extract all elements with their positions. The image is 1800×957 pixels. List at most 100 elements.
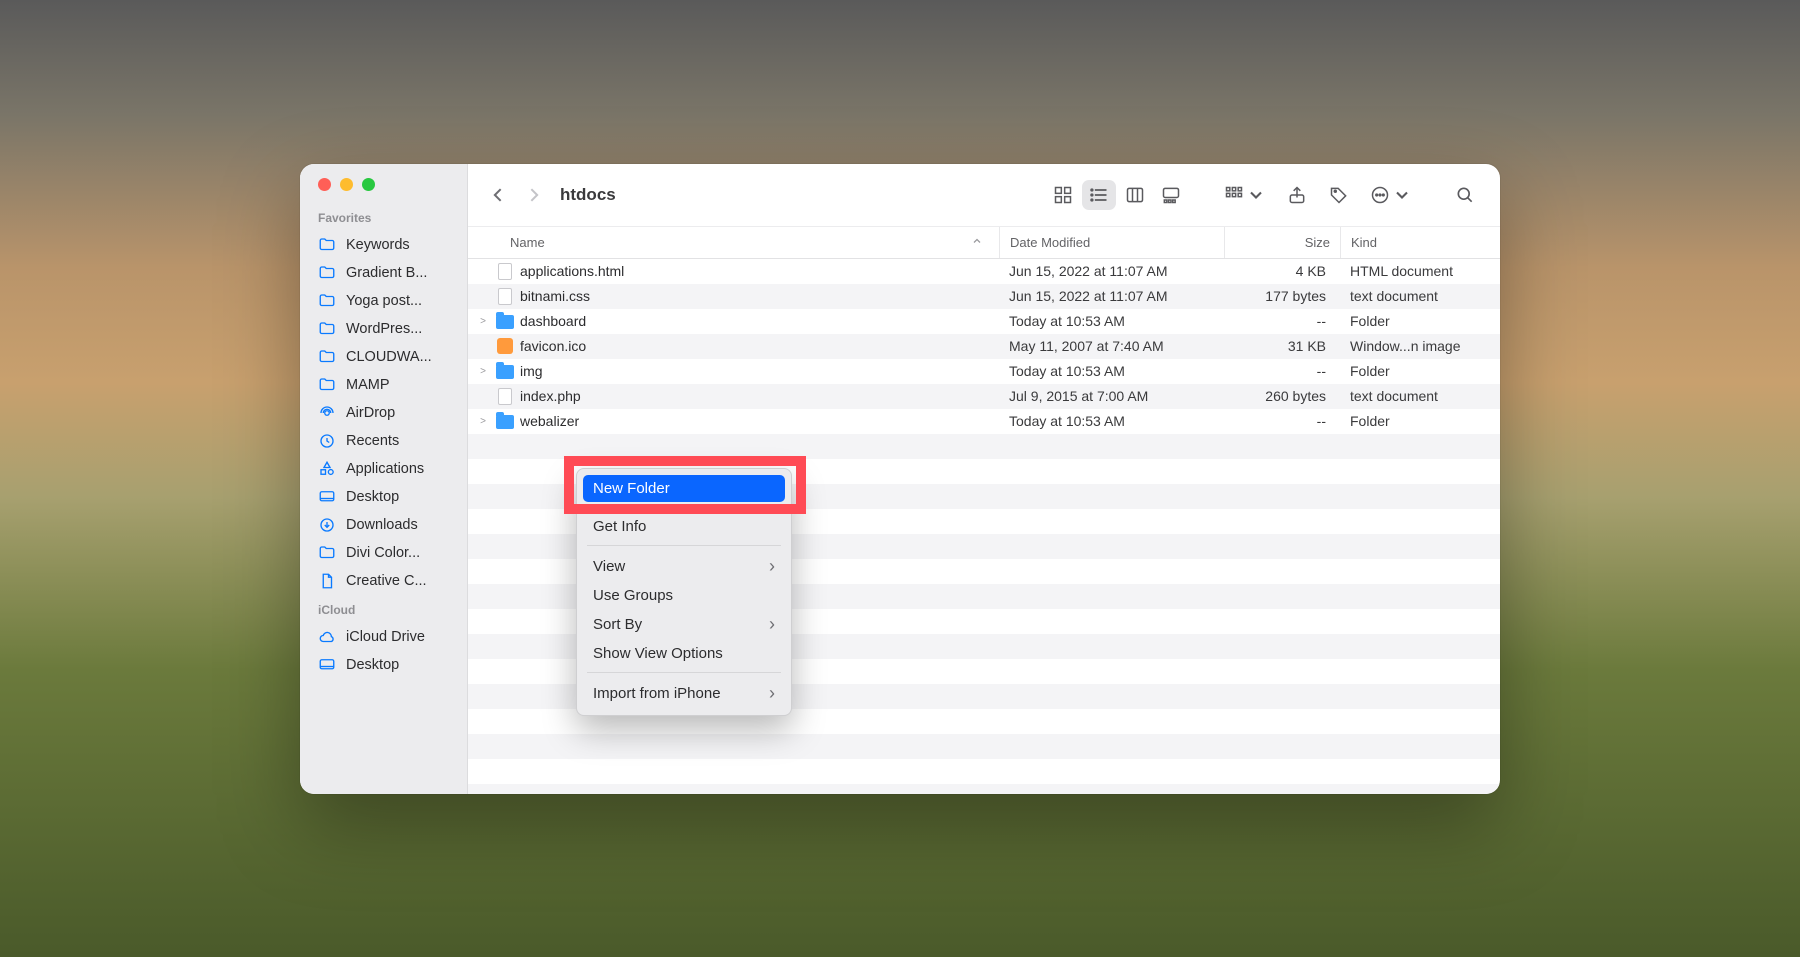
folder-icon <box>318 320 336 338</box>
sidebar-item-icloud-0[interactable]: iCloud Drive <box>300 623 467 651</box>
empty-row <box>468 759 1500 784</box>
sidebar-item-favorites-3[interactable]: WordPres... <box>300 315 467 343</box>
sidebar-item-label: Applications <box>346 461 424 477</box>
file-date: May 11, 2007 at 7:40 AM <box>999 338 1224 354</box>
sidebar-item-favorites-11[interactable]: Divi Color... <box>300 539 467 567</box>
folder-icon <box>496 365 514 379</box>
file-row[interactable]: >imgToday at 10:53 AM--Folder <box>468 359 1500 384</box>
sidebar-item-label: MAMP <box>346 377 390 393</box>
file-size: -- <box>1224 413 1340 429</box>
file-kind: Window...n image <box>1340 338 1500 354</box>
sidebar-item-favorites-12[interactable]: Creative C... <box>300 567 467 595</box>
gallery-view-button[interactable] <box>1154 180 1188 210</box>
context-menu-item-label: New Folder <box>593 480 670 497</box>
sidebar-item-favorites-4[interactable]: CLOUDWA... <box>300 343 467 371</box>
file-date: Jun 15, 2022 at 11:07 AM <box>999 263 1224 279</box>
close-window-button[interactable] <box>318 178 331 191</box>
file-kind: Folder <box>1340 363 1500 379</box>
sidebar: Favorites KeywordsGradient B...Yoga post… <box>300 164 468 794</box>
folder-icon <box>318 348 336 366</box>
file-name: dashboard <box>520 313 586 329</box>
file-name: index.php <box>520 388 581 404</box>
sidebar-item-label: Recents <box>346 433 399 449</box>
disclosure-triangle[interactable]: > <box>476 416 490 427</box>
context-menu-item[interactable]: New Folder <box>583 475 785 502</box>
minimize-window-button[interactable] <box>340 178 353 191</box>
forward-button[interactable] <box>520 178 546 212</box>
sidebar-item-label: AirDrop <box>346 405 395 421</box>
folder-icon <box>318 264 336 282</box>
sidebar-group-icloud: iCloud <box>300 595 467 623</box>
group-by-button[interactable] <box>1218 180 1272 210</box>
folder-icon <box>496 415 514 429</box>
context-menu-item-label: Sort By <box>593 616 642 633</box>
desktop-icon <box>318 488 336 506</box>
sidebar-item-favorites-9[interactable]: Desktop <box>300 483 467 511</box>
tags-button[interactable] <box>1322 180 1356 210</box>
context-menu-item[interactable]: Get Info <box>583 513 785 540</box>
file-row[interactable]: bitnami.cssJun 15, 2022 at 11:07 AM177 b… <box>468 284 1500 309</box>
column-header-kind[interactable]: Kind <box>1340 227 1500 258</box>
apps-icon <box>318 460 336 478</box>
back-button[interactable] <box>486 178 512 212</box>
menu-divider <box>587 507 781 508</box>
file-row[interactable]: applications.htmlJun 15, 2022 at 11:07 A… <box>468 259 1500 284</box>
zoom-window-button[interactable] <box>362 178 375 191</box>
file-row[interactable]: index.phpJul 9, 2015 at 7:00 AM260 bytes… <box>468 384 1500 409</box>
column-view-button[interactable] <box>1118 180 1152 210</box>
file-row[interactable]: >webalizerToday at 10:53 AM--Folder <box>468 409 1500 434</box>
toolbar: htdocs <box>468 164 1500 226</box>
sidebar-item-favorites-0[interactable]: Keywords <box>300 231 467 259</box>
column-header-name[interactable]: Name <box>468 227 999 258</box>
sidebar-item-icloud-1[interactable]: Desktop <box>300 651 467 679</box>
sidebar-item-label: Divi Color... <box>346 545 420 561</box>
disclosure-triangle[interactable]: > <box>476 316 490 327</box>
file-row[interactable]: >dashboardToday at 10:53 AM--Folder <box>468 309 1500 334</box>
file-name: webalizer <box>520 413 579 429</box>
empty-row <box>468 434 1500 459</box>
folder-icon <box>318 236 336 254</box>
search-button[interactable] <box>1448 180 1482 210</box>
disclosure-triangle[interactable]: > <box>476 366 490 377</box>
document-icon <box>318 572 336 590</box>
folder-icon <box>318 544 336 562</box>
context-menu-item-label: Use Groups <box>593 587 673 604</box>
sidebar-item-favorites-8[interactable]: Applications <box>300 455 467 483</box>
finder-window: Favorites KeywordsGradient B...Yoga post… <box>300 164 1500 794</box>
file-row[interactable]: favicon.icoMay 11, 2007 at 7:40 AM31 KBW… <box>468 334 1500 359</box>
column-header: Name Date Modified Size Kind <box>468 226 1500 259</box>
share-button[interactable] <box>1280 180 1314 210</box>
context-menu-item[interactable]: View <box>583 551 785 582</box>
folder-icon <box>496 315 514 329</box>
sidebar-item-favorites-5[interactable]: MAMP <box>300 371 467 399</box>
column-header-size[interactable]: Size <box>1224 227 1340 258</box>
file-size: 31 KB <box>1224 338 1340 354</box>
file-size: 4 KB <box>1224 263 1340 279</box>
file-date: Today at 10:53 AM <box>999 363 1224 379</box>
sidebar-item-favorites-2[interactable]: Yoga post... <box>300 287 467 315</box>
folder-icon <box>318 292 336 310</box>
file-size: -- <box>1224 363 1340 379</box>
more-actions-button[interactable] <box>1364 180 1418 210</box>
file-kind: Folder <box>1340 313 1500 329</box>
file-date: Jul 9, 2015 at 7:00 AM <box>999 388 1224 404</box>
column-header-date[interactable]: Date Modified <box>999 227 1224 258</box>
context-menu-item-label: Import from iPhone <box>593 685 721 702</box>
sidebar-item-favorites-6[interactable]: AirDrop <box>300 399 467 427</box>
cloud-icon <box>318 628 336 646</box>
list-view-button[interactable] <box>1082 180 1116 210</box>
context-menu-item-label: Show View Options <box>593 645 723 662</box>
context-menu-item[interactable]: Use Groups <box>583 582 785 609</box>
sidebar-item-label: iCloud Drive <box>346 629 425 645</box>
context-menu-item[interactable]: Sort By <box>583 609 785 640</box>
sidebar-item-favorites-7[interactable]: Recents <box>300 427 467 455</box>
context-menu-item[interactable]: Import from iPhone <box>583 678 785 709</box>
sidebar-item-favorites-1[interactable]: Gradient B... <box>300 259 467 287</box>
sidebar-item-label: WordPres... <box>346 321 422 337</box>
sidebar-item-label: Desktop <box>346 657 399 673</box>
context-menu-item[interactable]: Show View Options <box>583 640 785 667</box>
menu-divider <box>587 545 781 546</box>
sidebar-item-favorites-10[interactable]: Downloads <box>300 511 467 539</box>
column-header-name-label: Name <box>510 235 545 250</box>
icon-view-button[interactable] <box>1046 180 1080 210</box>
